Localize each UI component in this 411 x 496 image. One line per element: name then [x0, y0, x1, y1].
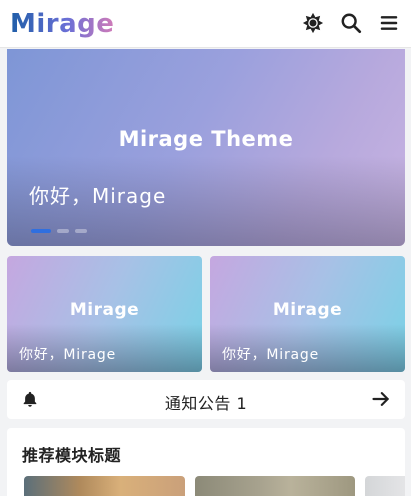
feature-card[interactable]: Mirage 你好，Mirage	[210, 256, 405, 372]
site-logo[interactable]: Mirage	[10, 8, 114, 40]
arrow-right-icon[interactable]	[371, 389, 391, 409]
banner-carousel[interactable]: Mirage Theme 你好，Mirage	[7, 49, 405, 246]
feature-card[interactable]: Mirage 你好，Mirage	[7, 256, 202, 372]
recommend-thumbnail[interactable]	[365, 476, 405, 496]
carousel-dot[interactable]	[57, 229, 69, 233]
theme-toggle-icon[interactable]	[300, 10, 326, 36]
recommend-title: 推荐模块标题	[22, 446, 122, 465]
carousel-dot[interactable]	[75, 229, 87, 233]
menu-icon[interactable]	[376, 10, 402, 36]
recommend-thumbnail[interactable]	[195, 476, 355, 496]
top-header: Mirage	[0, 0, 411, 48]
carousel-dot-active[interactable]	[31, 229, 51, 233]
notice-bar[interactable]: 通知公告 1	[7, 380, 405, 419]
card-brand: Mirage	[272, 300, 343, 320]
carousel-indicators	[31, 229, 87, 233]
card-brand: Mirage	[69, 300, 140, 320]
banner-caption: 你好，Mirage	[29, 184, 167, 208]
card-caption: 你好，Mirage	[19, 347, 117, 363]
card-caption: 你好，Mirage	[222, 347, 320, 363]
recommend-module: 推荐模块标题	[7, 428, 405, 496]
notice-text: 通知公告 1	[164, 394, 248, 413]
search-icon[interactable]	[338, 10, 364, 36]
page: Mirage Mirage Theme 你好，Mirage Mirage 你好，…	[0, 0, 411, 496]
recommend-thumbnail[interactable]	[24, 476, 185, 496]
banner-theme-title: Mirage Theme	[118, 127, 294, 151]
